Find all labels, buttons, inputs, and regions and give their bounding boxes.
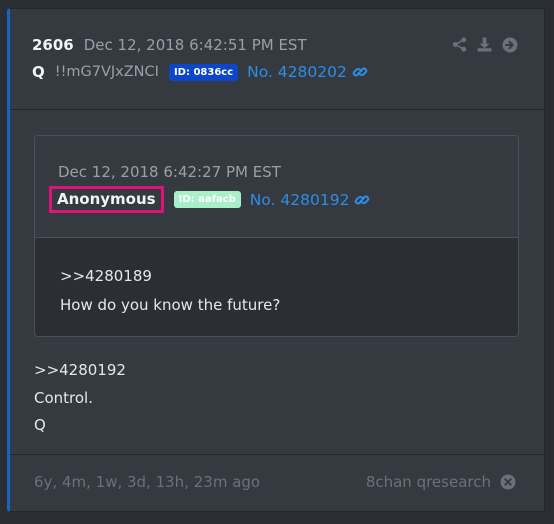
author-name: Q bbox=[32, 63, 45, 81]
id-badge: ID: 0836cc bbox=[168, 63, 239, 81]
post-body: >>4280192 Control. Q bbox=[34, 357, 126, 440]
post-footer: 6y, 4m, 1w, 3d, 13h, 23m ago 8chan qrese… bbox=[10, 454, 544, 511]
reply-reference[interactable]: >>4280192 bbox=[34, 357, 126, 385]
post-link[interactable]: No. 4280202 bbox=[247, 63, 347, 81]
quoted-reply-reference[interactable]: >>4280189 bbox=[60, 262, 280, 291]
download-icon[interactable] bbox=[476, 36, 493, 53]
quoted-id-badge: ID: aafacb bbox=[173, 191, 241, 208]
arrow-right-circle-icon[interactable] bbox=[501, 36, 518, 53]
tripcode: !!mG7VJxZNCI bbox=[54, 64, 159, 80]
post-meta-row: 2606 Dec 12, 2018 6:42:51 PM EST bbox=[32, 36, 307, 54]
post-body-line: Control. bbox=[34, 388, 93, 407]
share-icon[interactable] bbox=[451, 36, 468, 53]
quoted-author-name: Anonymous bbox=[49, 186, 164, 213]
post-date: Dec 12, 2018 6:42:51 PM EST bbox=[83, 36, 307, 54]
quoted-author-row: Anonymous ID: aafacb No. 4280192 bbox=[49, 186, 370, 213]
quoted-post: Dec 12, 2018 6:42:27 PM EST Anonymous ID… bbox=[34, 135, 519, 337]
post-author-row: Q !!mG7VJxZNCI ID: 0836cc No. 4280202 bbox=[32, 63, 368, 81]
post-source: 8chan qresearch bbox=[366, 473, 516, 491]
link-icon[interactable] bbox=[352, 64, 368, 80]
quoted-post-date: Dec 12, 2018 6:42:27 PM EST bbox=[58, 163, 281, 181]
post-number: 2606 bbox=[32, 36, 74, 54]
post-card: 2606 Dec 12, 2018 6:42:51 PM EST Q !!mG7… bbox=[7, 8, 545, 512]
post-header: 2606 Dec 12, 2018 6:42:51 PM EST Q !!mG7… bbox=[10, 9, 544, 110]
close-circle-icon[interactable] bbox=[500, 474, 516, 490]
post-age: 6y, 4m, 1w, 3d, 13h, 23m ago bbox=[34, 473, 261, 491]
source-label: 8chan qresearch bbox=[365, 473, 491, 491]
link-icon[interactable] bbox=[354, 192, 370, 208]
post-actions bbox=[451, 36, 518, 53]
quoted-post-header: Dec 12, 2018 6:42:27 PM EST Anonymous ID… bbox=[35, 136, 518, 238]
post-body-line: Q bbox=[34, 416, 46, 434]
quoted-post-link[interactable]: No. 4280192 bbox=[250, 191, 350, 209]
quoted-post-body: >>4280189 How do you know the future? bbox=[60, 262, 280, 320]
quoted-body-line: How do you know the future? bbox=[60, 296, 281, 314]
